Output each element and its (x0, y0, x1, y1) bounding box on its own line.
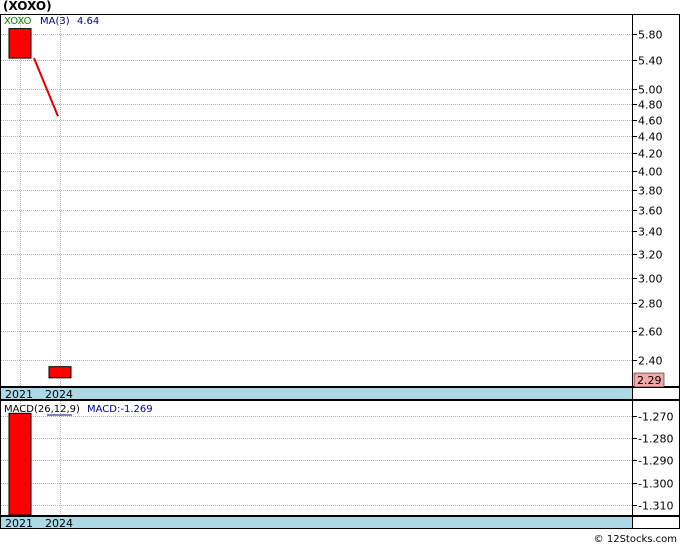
copyright-label: © 12Stocks.com (594, 534, 677, 545)
macd-tick-label: -1.280 (638, 433, 673, 446)
candle-2024 (48, 366, 72, 379)
price-tick-label: 2.40 (638, 355, 663, 368)
macd-legend-name: MACD(26,12,9) (4, 404, 80, 415)
chart-title: (XOXO) (3, 0, 52, 13)
last-price-label: 2.29 (637, 374, 662, 387)
stock-chart: (XOXO) 5.80 5.40 5.00 4.80 4.60 4.40 4.20 4.00 3… (0, 0, 680, 545)
macd-panel (0, 400, 633, 516)
price-tick-label: 4.40 (638, 131, 663, 144)
macd-x-label: 2021 (5, 517, 33, 530)
price-tick-label: 4.00 (638, 166, 663, 179)
price-tick-label: 2.80 (638, 298, 663, 311)
price-axis-corner (632, 387, 680, 400)
macd-axis-corner (632, 516, 680, 529)
price-tick-label: 5.00 (638, 84, 663, 97)
price-tick-label: 4.80 (638, 99, 663, 112)
macd-tick-label: -1.300 (638, 478, 673, 491)
macd-tick-label: -1.290 (638, 455, 673, 468)
price-tick-label: 3.40 (638, 226, 663, 239)
price-x-axis-strip (0, 387, 633, 400)
macd-legend-value: MACD:-1.269 (87, 404, 153, 415)
candle-2021 (8, 28, 32, 59)
ma-legend-value: 4.64 (77, 16, 99, 27)
macd-bars (8, 412, 32, 516)
macd-x-label: 2024 (45, 517, 73, 530)
price-tick-label: 2.60 (638, 326, 663, 339)
price-panel (0, 14, 633, 387)
price-tick-label: 3.00 (638, 273, 663, 286)
macd-x-axis-strip (0, 516, 633, 529)
ma-legend-label: MA(3) (40, 16, 70, 27)
price-tick-label: 3.80 (638, 185, 663, 198)
macd-bar-2021 (8, 412, 32, 516)
price-tick-label: 4.60 (638, 115, 663, 128)
macd-tick-label: -1.270 (638, 411, 673, 424)
macd-tick-label: -1.310 (638, 500, 673, 513)
price-tick-label: 3.60 (638, 205, 663, 218)
price-tick-label: 3.20 (638, 249, 663, 262)
price-x-label: 2024 (45, 388, 73, 401)
price-tick-label: 4.20 (638, 148, 663, 161)
price-tick-label: 5.40 (638, 55, 663, 68)
price-tick-label: 5.80 (638, 29, 663, 42)
price-x-label: 2021 (5, 388, 33, 401)
ticker-legend: XOXO (4, 16, 32, 27)
